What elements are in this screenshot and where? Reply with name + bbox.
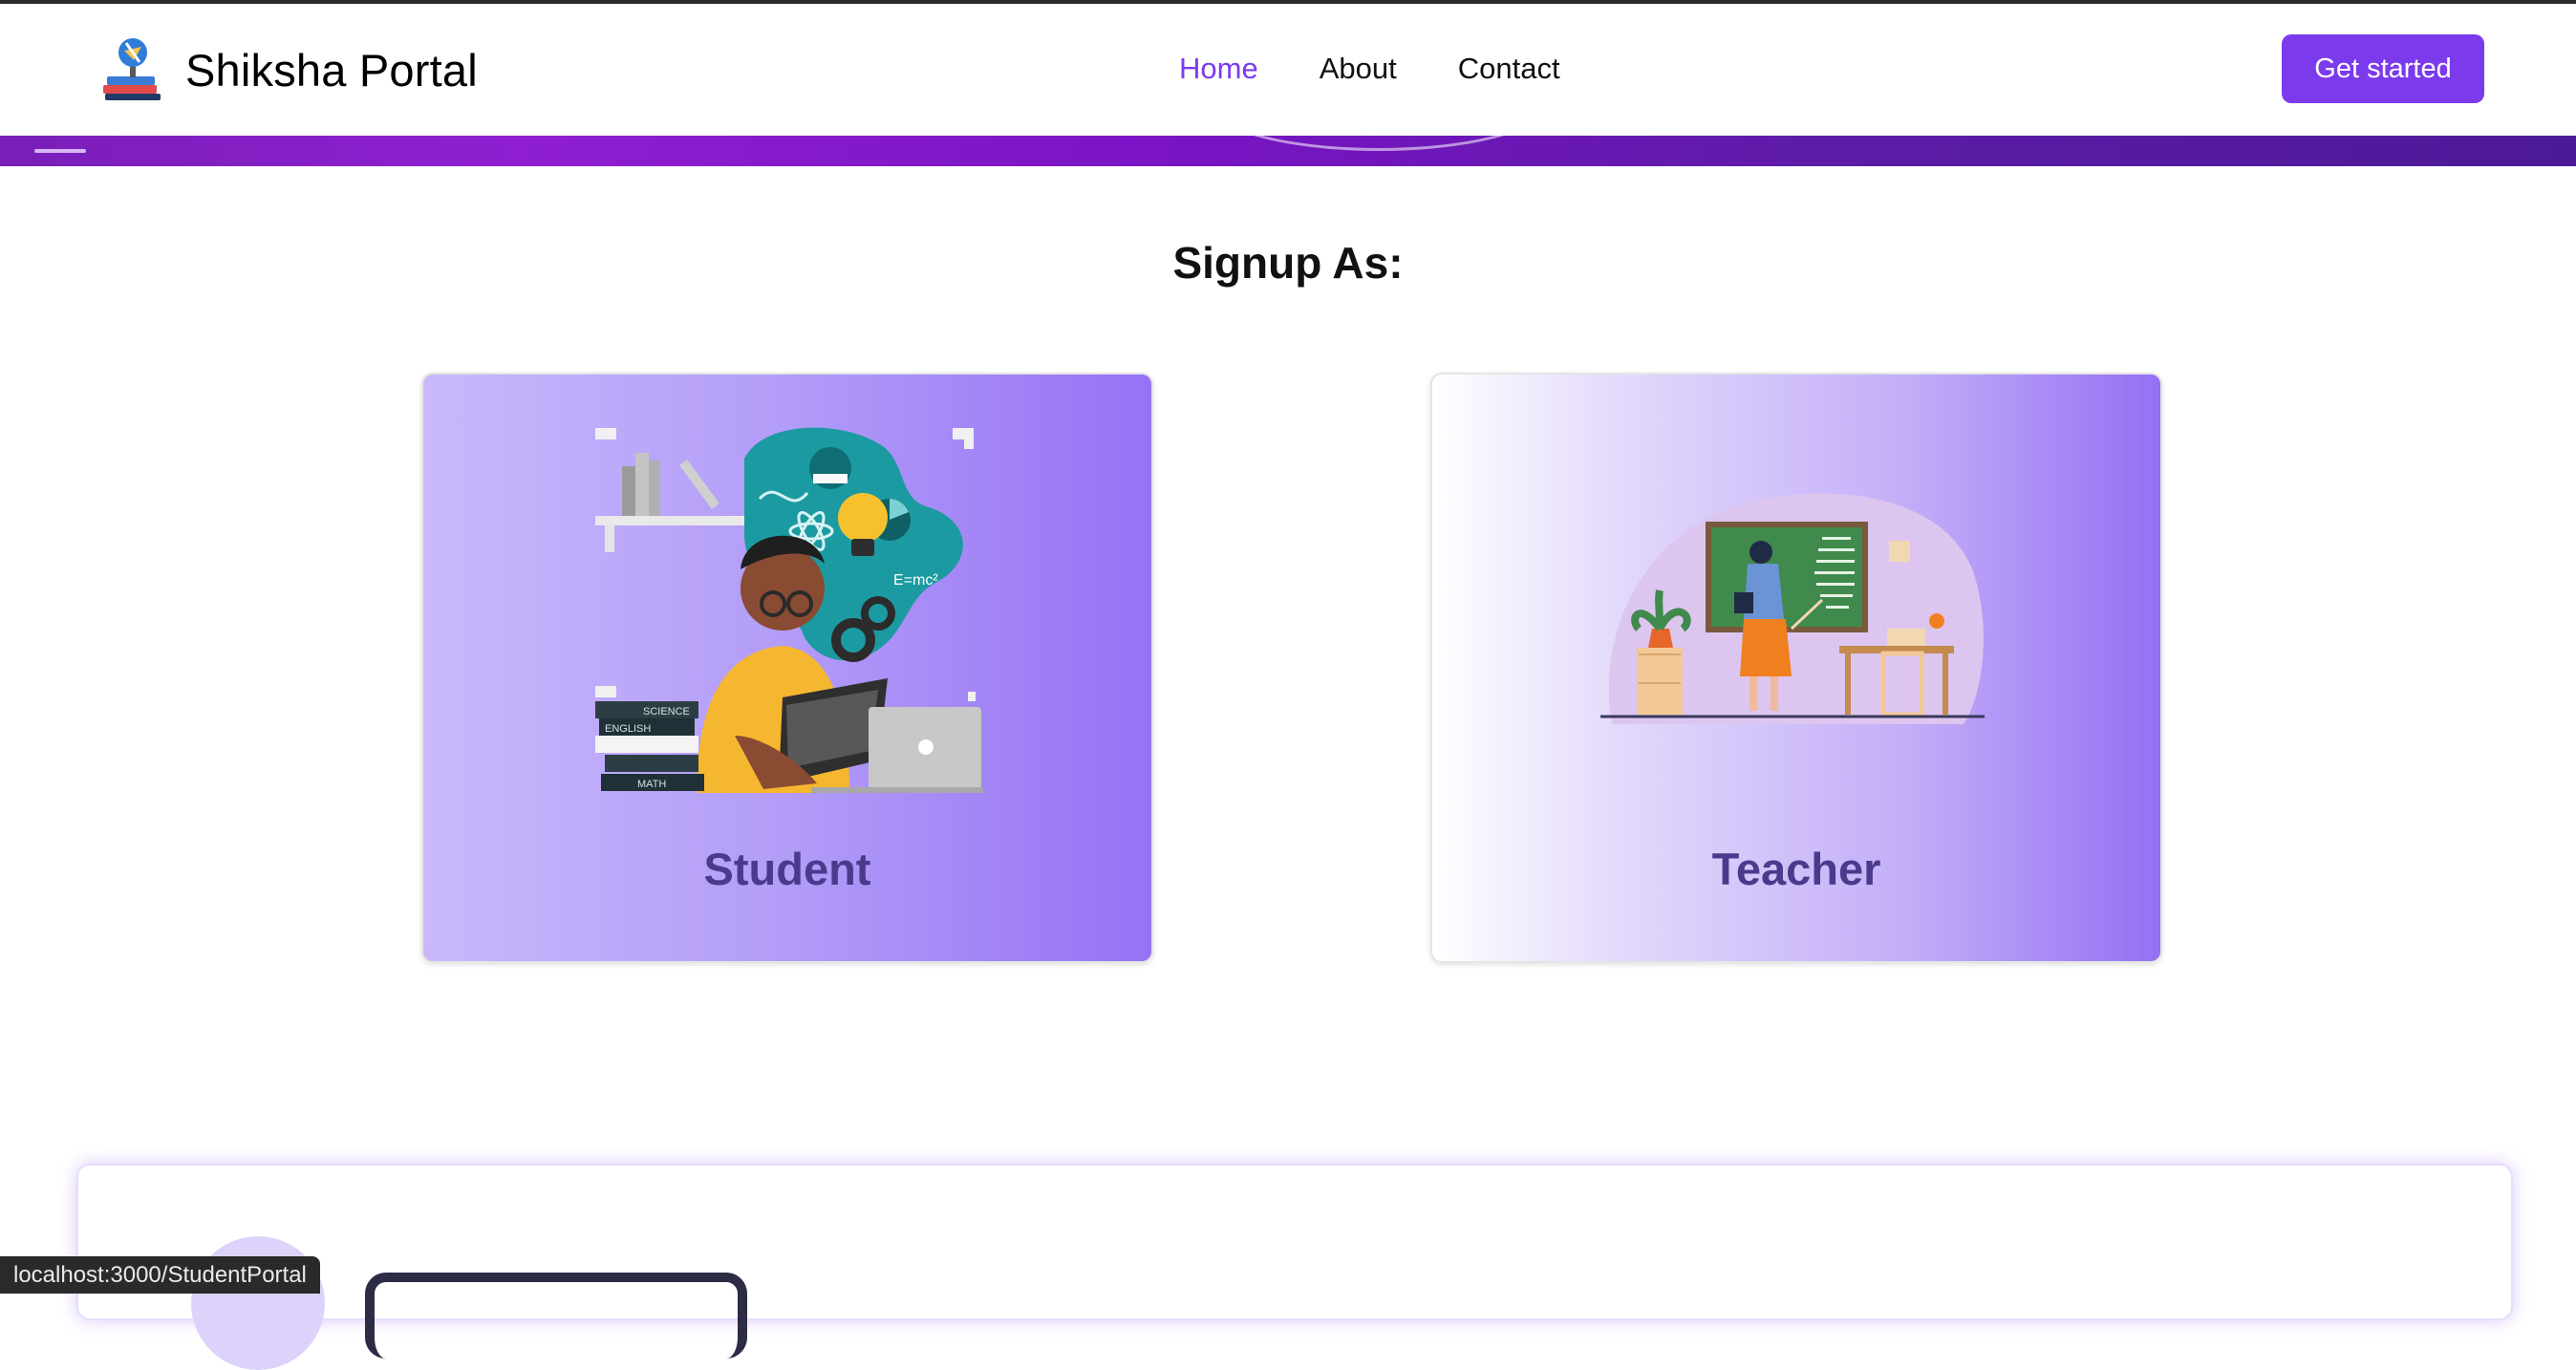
- brand[interactable]: Shiksha Portal: [97, 34, 478, 105]
- teacher-classroom-illustration: [1600, 493, 1985, 724]
- student-illustration: E=mc² SCIENCE ENGLISH MATH: [423, 420, 1151, 793]
- student-signup-card[interactable]: E=mc² SCIENCE ENGLISH MATH Student: [421, 373, 1153, 963]
- panel-device-frame: [365, 1273, 747, 1359]
- book-science-label: SCIENCE: [643, 706, 690, 717]
- formula-text: E=mc²: [893, 572, 938, 589]
- banner-decoration: [1204, 136, 1554, 151]
- teacher-signup-card[interactable]: Teacher: [1430, 373, 2162, 963]
- banner-handle: [34, 149, 86, 153]
- nav-link-home[interactable]: Home: [1179, 52, 1258, 86]
- features-panel: [76, 1164, 2513, 1370]
- student-reading-illustration: E=mc² SCIENCE ENGLISH MATH: [595, 427, 983, 793]
- signup-heading: Signup As:: [1172, 238, 1404, 288]
- student-card-title: Student: [703, 844, 871, 894]
- navbar: Shiksha Portal Home About Contact Get st…: [0, 4, 2576, 136]
- brand-name: Shiksha Portal: [185, 44, 478, 96]
- book-english-label: ENGLISH: [605, 723, 651, 735]
- hero-banner-strip: [0, 136, 2576, 166]
- get-started-button[interactable]: Get started: [2282, 34, 2484, 103]
- teacher-card-title: Teacher: [1711, 844, 1881, 894]
- nav-link-contact[interactable]: Contact: [1458, 52, 1560, 86]
- brand-logo-icon: [103, 38, 161, 100]
- teacher-illustration: [1432, 485, 2160, 734]
- book-math-label: MATH: [637, 779, 666, 790]
- nav-link-about[interactable]: About: [1320, 52, 1397, 86]
- status-bar-url: localhost:3000/StudentPortal: [0, 1256, 320, 1294]
- main-nav: Home About Contact: [1179, 52, 1560, 86]
